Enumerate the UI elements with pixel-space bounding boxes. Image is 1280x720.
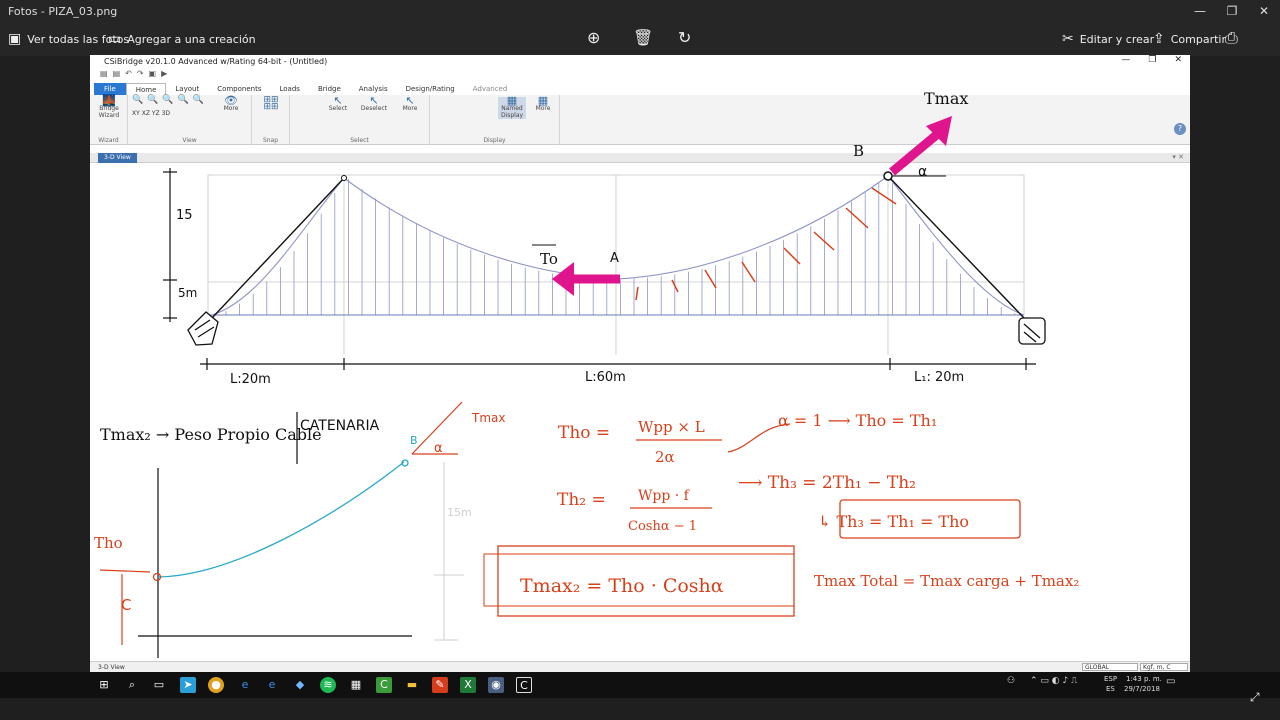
point-b-label: B bbox=[853, 142, 864, 160]
file-explorer-icon[interactable]: ▬ bbox=[404, 677, 420, 693]
alpha-top-label: α bbox=[918, 164, 927, 180]
backstays bbox=[211, 175, 1025, 319]
app-c2-icon[interactable]: C bbox=[516, 677, 532, 693]
pdf-icon[interactable]: ✎ bbox=[432, 677, 448, 693]
catenaria-label: CATENARIA bbox=[300, 418, 380, 434]
span-left-label: L:20m bbox=[230, 372, 271, 387]
small-axes bbox=[138, 468, 412, 658]
start-icon[interactable]: ⊞ bbox=[96, 677, 112, 693]
spotify-icon[interactable]: ≋ bbox=[320, 677, 336, 693]
tho-label: To bbox=[540, 250, 558, 268]
people-icon[interactable]: ⚇ bbox=[1007, 676, 1015, 686]
small-b-label: B bbox=[410, 434, 418, 447]
small-15m-label: 15m bbox=[447, 506, 472, 519]
tower-top-left bbox=[341, 175, 347, 181]
clock-date[interactable]: 29/7/2018 bbox=[1124, 685, 1160, 693]
span-mid-label: L:60m bbox=[585, 370, 626, 385]
calendar-icon[interactable]: ▦ bbox=[348, 677, 364, 693]
model-canvas: Tmax B α A To 15 5m L:20m L:60m L₁: 20m … bbox=[94, 89, 1079, 658]
ie-icon[interactable]: e bbox=[264, 677, 280, 693]
eq1-lhs: Tho = bbox=[558, 423, 610, 443]
span-right-label: L₁: 20m bbox=[914, 370, 964, 385]
eq2-lhs: Th₂ = bbox=[557, 490, 606, 510]
c-label: C bbox=[121, 596, 131, 614]
store-icon[interactable]: ◆ bbox=[292, 677, 308, 693]
tray-icons[interactable]: ⌃ ▭ ◐ ♪ ⎍ bbox=[1030, 676, 1077, 686]
search-icon[interactable]: ⌕ bbox=[124, 677, 140, 693]
region-label[interactable]: ES bbox=[1106, 685, 1115, 693]
edge-icon[interactable]: e bbox=[237, 677, 253, 693]
csibridge-task-icon[interactable]: ◉ bbox=[488, 677, 504, 693]
eq4: ↳ Th₃ = Th₁ = Tho bbox=[818, 512, 969, 531]
faint-dimension-sketch bbox=[434, 462, 464, 641]
eq2-numerator: Wpp · f bbox=[638, 488, 691, 504]
dim-5m-label: 5m bbox=[178, 286, 197, 300]
clock-time[interactable]: 1:43 p. m. bbox=[1126, 675, 1162, 683]
eq3: ⟶ Th₃ = 2Th₁ − Th₂ bbox=[738, 473, 916, 493]
anchor-right bbox=[1018, 317, 1046, 345]
telegram-icon[interactable]: ➤ bbox=[180, 677, 196, 693]
eq1-numerator: Wpp × L bbox=[638, 418, 705, 436]
eq1-rhs: α = 1 ⟶ Tho = Th₁ bbox=[778, 411, 937, 430]
point-a-label: A bbox=[610, 251, 619, 266]
catenary-curve bbox=[157, 461, 405, 578]
small-tmax-label: Tmax bbox=[471, 411, 505, 425]
lang-label[interactable]: ESP bbox=[1104, 675, 1117, 683]
app-c-icon[interactable]: C bbox=[376, 677, 392, 693]
equations: Tho = Wpp × L 2α α = 1 ⟶ Tho = Th₁ Th₂ =… bbox=[483, 411, 1079, 617]
fullscreen-icon[interactable]: ⤢ bbox=[1250, 690, 1260, 705]
windows-taskbar: ⊞ ⌕ ▭ ➤ ● e e ◆ ≋ ▦ C ▬ ✎ X ◉ C ⚇ ⌃ ▭ ◐ … bbox=[0, 672, 1280, 698]
eq-total: Tmax Total = Tmax carga + Tmax₂ bbox=[814, 572, 1079, 590]
eq-box-text: Tmax₂ = Tho · Coshα bbox=[520, 575, 724, 597]
chrome-icon[interactable]: ● bbox=[208, 677, 224, 693]
dim-15-label: 15 bbox=[176, 208, 193, 223]
excel-icon[interactable]: X bbox=[460, 677, 476, 693]
small-alpha-label: α bbox=[434, 441, 443, 456]
tho-small-label: Tho bbox=[94, 534, 123, 552]
eq2-denominator: Coshα − 1 bbox=[628, 519, 697, 534]
notifications-icon[interactable]: ▭ bbox=[1166, 676, 1175, 687]
tmax2-peso-propio-label: Tmax₂ → Peso Propio Cable bbox=[100, 425, 322, 444]
main-cable bbox=[211, 175, 1025, 316]
task-view-icon[interactable]: ▭ bbox=[151, 677, 167, 693]
tower-top-right bbox=[883, 171, 893, 181]
tmax-top-label: Tmax bbox=[924, 89, 968, 108]
eq1-denominator: 2α bbox=[655, 448, 675, 466]
